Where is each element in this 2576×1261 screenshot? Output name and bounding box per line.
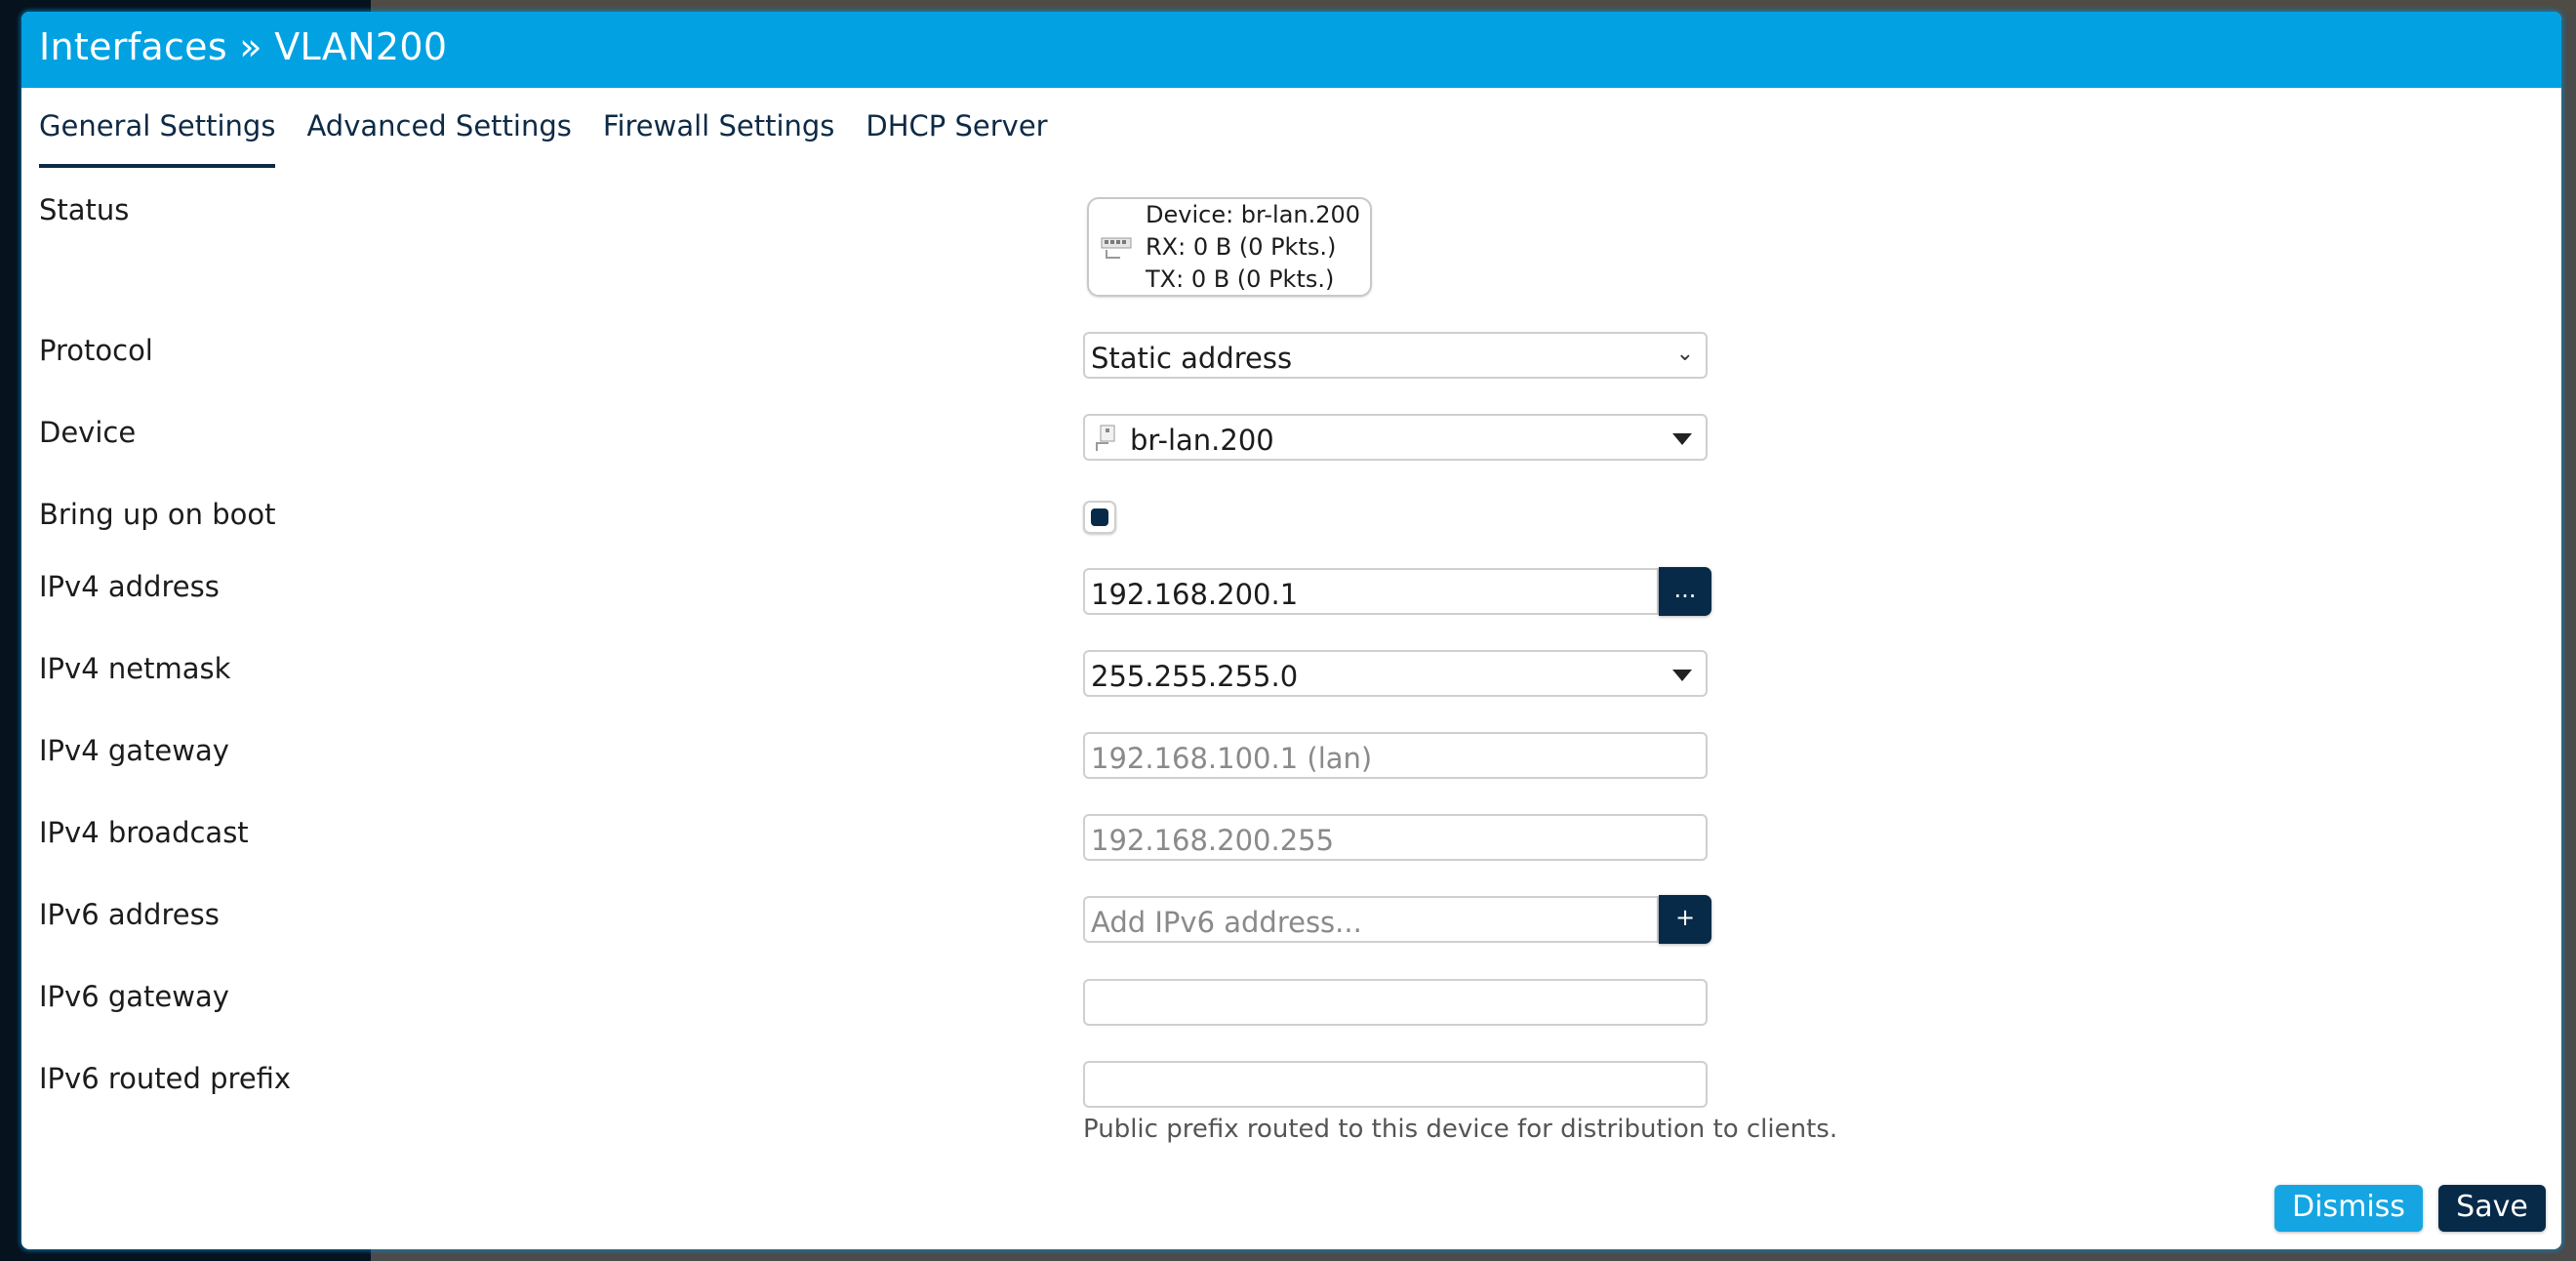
interface-edit-modal: Interfaces » VLAN200 General Settings Ad… (21, 12, 2561, 1249)
tab-general-settings[interactable]: General Settings (39, 109, 276, 168)
device-value: br-lan.200 (1130, 424, 1274, 457)
ipv6-address-input[interactable]: Add IPv6 address... (1083, 896, 1659, 943)
ipv4-address-input[interactable]: 192.168.200.1 (1083, 568, 1659, 615)
ipv6-gateway-input[interactable] (1083, 979, 1708, 1026)
ipv4-gateway-placeholder: 192.168.100.1 (lan) (1091, 742, 1373, 775)
modal-title: Interfaces » VLAN200 (39, 25, 448, 68)
device-select[interactable]: br-lan.200 (1083, 414, 1708, 461)
ipv6-gateway-label: IPv6 gateway (39, 980, 229, 1013)
protocol-select[interactable]: Static address ⌄ (1083, 332, 1708, 379)
network-device-icon (1096, 425, 1115, 451)
protocol-value: Static address (1091, 342, 1293, 375)
caret-down-icon (1672, 670, 1692, 681)
ipv6-address-placeholder: Add IPv6 address... (1091, 906, 1362, 939)
ipv4-broadcast-placeholder: 192.168.200.255 (1091, 824, 1335, 857)
dismiss-button[interactable]: Dismiss (2274, 1185, 2423, 1232)
status-label: Status (39, 193, 130, 226)
checkbox-checked-mark (1091, 508, 1108, 526)
ipv4-netmask-select[interactable]: 255.255.255.0 (1083, 650, 1708, 697)
ipv6-routed-prefix-input[interactable] (1083, 1061, 1708, 1108)
ipv6-routed-prefix-label: IPv6 routed prefix (39, 1062, 292, 1095)
status-device: Device: br-lan.200 (1146, 201, 1361, 228)
caret-down-icon (1672, 433, 1692, 445)
ipv6-routed-prefix-help: Public prefix routed to this device for … (1083, 1115, 1838, 1144)
ipv4-gateway-label: IPv4 gateway (39, 734, 229, 767)
protocol-label: Protocol (39, 334, 153, 367)
ipv4-broadcast-label: IPv4 broadcast (39, 816, 249, 849)
ipv4-netmask-value: 255.255.255.0 (1091, 660, 1299, 693)
ipv4-netmask-label: IPv4 netmask (39, 652, 231, 685)
status-rx: RX: 0 B (0 Pkts.) (1146, 233, 1337, 261)
ipv4-broadcast-input[interactable]: 192.168.200.255 (1083, 814, 1708, 861)
ipv6-address-label: IPv6 address (39, 898, 220, 931)
modal-header: Interfaces » VLAN200 (21, 12, 2561, 88)
ipv4-address-label: IPv4 address (39, 570, 220, 603)
status-tx: TX: 0 B (0 Pkts.) (1146, 265, 1335, 293)
bring-up-on-boot-checkbox[interactable] (1083, 501, 1116, 534)
tab-advanced-settings[interactable]: Advanced Settings (306, 109, 571, 168)
tab-bar: General Settings Advanced Settings Firew… (39, 109, 1048, 168)
ipv4-address-more-button[interactable]: ... (1659, 567, 1711, 616)
ipv4-address-value: 192.168.200.1 (1091, 578, 1299, 611)
tab-firewall-settings[interactable]: Firewall Settings (603, 109, 835, 168)
tab-dhcp-server[interactable]: DHCP Server (865, 109, 1047, 168)
add-ipv6-address-button[interactable]: + (1659, 895, 1711, 944)
save-button[interactable]: Save (2438, 1185, 2546, 1232)
status-badge: Device: br-lan.200 RX: 0 B (0 Pkts.) TX:… (1087, 197, 1372, 297)
bring-up-on-boot-label: Bring up on boot (39, 498, 276, 531)
chevron-down-icon: ⌄ (1675, 342, 1694, 366)
network-port-icon (1101, 237, 1132, 259)
ipv4-gateway-input[interactable]: 192.168.100.1 (lan) (1083, 732, 1708, 779)
device-label: Device (39, 416, 137, 449)
